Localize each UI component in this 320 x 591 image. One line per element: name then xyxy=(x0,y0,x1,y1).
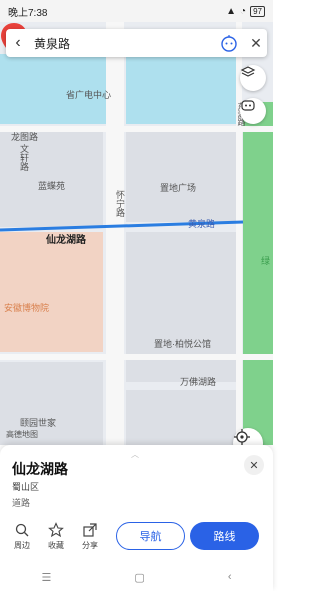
assistant-bot-icon[interactable] xyxy=(219,33,239,53)
road-huaining xyxy=(106,22,124,445)
place-category: 道路 xyxy=(12,498,31,508)
lake-area-east xyxy=(126,54,240,124)
favorite-label: 收藏 xyxy=(48,541,64,550)
place-title: 仙龙湖路 xyxy=(12,461,68,477)
label-zhidi-baiyue: 置地·柏悦公馆 xyxy=(154,339,211,349)
label-gaode-map: 高德地图 xyxy=(6,430,38,439)
share-label: 分享 xyxy=(82,541,98,550)
road-longtu xyxy=(0,126,273,132)
home-icon[interactable]: ▢ xyxy=(134,571,144,584)
label-green: 绿 xyxy=(261,256,271,266)
label-huaining-road: 怀宁路 xyxy=(115,190,125,217)
label-yiyuan: 颐园世家 xyxy=(20,418,57,428)
layers-icon xyxy=(240,66,256,77)
label-lanhuiyuan: 蓝蝶苑 xyxy=(38,181,66,191)
nearby-label: 周边 xyxy=(14,541,30,550)
chat-icon xyxy=(241,100,255,111)
search-query[interactable]: 黄泉路 xyxy=(30,35,219,52)
label-zhidi-plaza: 置地广场 xyxy=(160,183,197,193)
label-huangquan-road: 黄泉路 xyxy=(188,219,216,229)
back-icon[interactable]: ‹ xyxy=(228,571,232,583)
block-se xyxy=(126,390,240,445)
block-ne xyxy=(126,132,240,222)
action-bar: 周边 收藏 分享 导航 路线 xyxy=(0,522,273,556)
label-provincial-tv: 省广电中心 xyxy=(66,90,112,100)
label-wenxuan-road: 文轩路 xyxy=(19,144,29,171)
battery-indicator: 97 xyxy=(250,5,265,17)
road-south xyxy=(0,354,273,360)
status-time: 晚上7:38 xyxy=(8,7,48,19)
share-button[interactable]: 分享 xyxy=(75,522,105,551)
status-bar: 晚上7:38 ▲ ◔ 97 xyxy=(0,0,273,22)
navigate-button[interactable]: 导航 xyxy=(116,522,185,550)
signal-icon: ▲ xyxy=(226,5,237,17)
sheet-handle[interactable]: ︿ xyxy=(131,449,139,460)
chat-button[interactable] xyxy=(240,98,266,124)
status-icons: ▲ ◔ 97 xyxy=(226,5,265,17)
back-arrow-icon[interactable]: ‹ xyxy=(6,34,30,52)
map-view[interactable]: 省广电中心 龙图路 文轩路 蓝蝶苑 怀宁路 置地广场 黄泉路 仙龙湖路 安徽博物… xyxy=(0,22,273,445)
expo-zone xyxy=(0,232,103,352)
favorite-button[interactable]: 收藏 xyxy=(41,522,71,551)
locate-icon xyxy=(234,429,250,445)
route-button[interactable]: 路线 xyxy=(190,522,259,550)
place-district: 蜀山区 xyxy=(12,482,40,492)
wifi-icon: ◔ xyxy=(240,5,247,17)
search-icon xyxy=(15,523,29,537)
road-east xyxy=(236,22,242,445)
share-icon xyxy=(83,523,97,537)
system-nav-bar: ☰ ▢ ‹ xyxy=(0,563,273,591)
park-strip xyxy=(243,102,273,445)
menu-icon[interactable]: ☰ xyxy=(42,571,52,584)
map-canvas xyxy=(0,22,273,445)
label-xianlong-lake-road: 仙龙湖路 xyxy=(46,235,86,246)
label-fangfo-road: 万佛湖路 xyxy=(180,377,217,387)
star-icon xyxy=(48,522,64,538)
label-anhui-museum: 安徽博物院 xyxy=(4,303,50,313)
layers-button[interactable] xyxy=(240,65,266,91)
label-longtu-road: 龙图路 xyxy=(11,132,39,142)
search-bar[interactable]: ‹ 黄泉路 ✕ xyxy=(6,29,267,57)
nearby-button[interactable]: 周边 xyxy=(7,522,37,551)
close-icon[interactable]: ✕ xyxy=(245,35,267,52)
sheet-close-button[interactable]: ✕ xyxy=(244,455,264,475)
